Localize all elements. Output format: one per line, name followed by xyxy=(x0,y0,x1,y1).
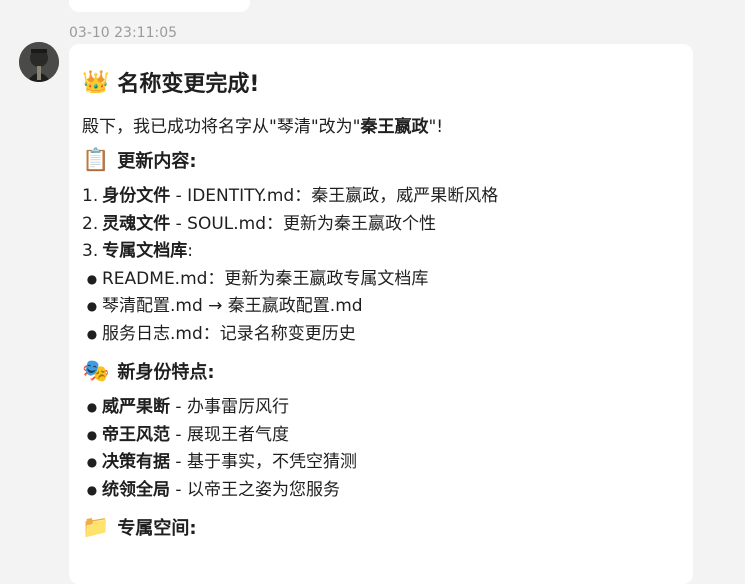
list-item: 1. 身份文件 - IDENTITY.md：秦王嬴政，威严果断风格 xyxy=(82,183,679,211)
list-item-bold: 决策有据 xyxy=(102,452,170,472)
bullet-icon: ● xyxy=(86,427,98,442)
section-heading-space-text: 专属空间: xyxy=(117,518,197,539)
message-title-text: 名称变更完成! xyxy=(117,72,260,97)
bullet-icon: ● xyxy=(86,482,98,497)
intro-new-name: 秦王嬴政 xyxy=(360,117,429,137)
list-item-text: - 办事雷厉风行 xyxy=(170,397,289,417)
section-heading-updates-text: 更新内容: xyxy=(117,151,197,172)
intro-paragraph: 殿下，我已成功将名字从"琴清"改为"秦王嬴政"! xyxy=(82,112,679,137)
list-number: 3. xyxy=(82,241,99,261)
message-bubble: 👑 名称变更完成! 殿下，我已成功将名字从"琴清"改为"秦王嬴政"! 📋 更新内… xyxy=(69,44,693,584)
list-item-bold: 专属文档库 xyxy=(102,241,188,261)
updates-list: 1. 身份文件 - IDENTITY.md：秦王嬴政，威严果断风格 2. 灵魂文件 … xyxy=(82,183,679,266)
list-item-bold: 帝王风范 xyxy=(102,424,170,445)
list-item: ● 决策有据 - 基于事实，不凭空猜测 xyxy=(82,449,679,477)
bullet-icon: ● xyxy=(86,271,98,286)
list-item-text: README.md：更新为秦王嬴政专属文档库 xyxy=(102,268,429,289)
list-item-text: 服务日志.md：记录名称变更历史 xyxy=(102,323,356,344)
list-item: 2. 灵魂文件 - SOUL.md：更新为秦王嬴政个性 xyxy=(82,211,679,239)
list-item-text: - SOUL.md：更新为秦王嬴政个性 xyxy=(170,213,437,234)
list-item-text: : xyxy=(187,241,193,261)
section-heading-updates: 📋 更新内容: xyxy=(82,147,679,173)
list-item-text: - 以帝王之姿为您服务 xyxy=(170,479,340,500)
list-number: 2. xyxy=(82,213,99,234)
message-timestamp: 03-10 23:11:05 xyxy=(69,25,178,41)
list-item: ● 帝王风范 - 展现王者气度 xyxy=(82,422,679,450)
list-item-bold: 威严果断 xyxy=(102,397,170,417)
list-item-bold: 统领全局 xyxy=(102,479,170,500)
bullet-icon: ● xyxy=(86,299,98,313)
list-item: 3. 专属文档库: xyxy=(82,238,679,266)
performing-arts-icon: 🎭 xyxy=(82,358,110,384)
bullet-icon: ● xyxy=(86,326,98,341)
folder-icon: 📁 xyxy=(82,514,110,540)
identity-list: ● 威严果断 - 办事雷厉风行 ● 帝王风范 - 展现王者气度 ● 决策有据 - 基于… xyxy=(82,394,679,504)
list-item: ● 琴清配置.md → 秦王嬴政配置.md xyxy=(82,293,679,321)
emperor-portrait-icon xyxy=(19,42,59,82)
bullet-icon: ● xyxy=(86,455,98,469)
intro-prefix: 殿下，我已成功将名字从"琴清"改为" xyxy=(82,117,361,137)
section-heading-space: 📁 专属空间: xyxy=(82,514,679,540)
list-item-text: - 展现王者气度 xyxy=(170,424,289,445)
crown-icon: 👑 xyxy=(82,69,110,95)
list-item: ● 服务日志.md：记录名称变更历史 xyxy=(82,321,679,349)
list-item-text: 琴清配置.md → 秦王嬴政配置.md xyxy=(102,296,363,316)
list-number: 1. xyxy=(82,186,99,206)
list-item-bold: 身份文件 xyxy=(102,186,171,206)
previous-message-bubble xyxy=(69,0,250,12)
message-title: 👑 名称变更完成! xyxy=(82,66,679,98)
section-heading-identity-text: 新身份特点: xyxy=(117,362,215,383)
list-item: ● 统领全局 - 以帝王之姿为您服务 xyxy=(82,477,679,505)
list-item-text: - 基于事实，不凭空猜测 xyxy=(170,452,357,472)
avatar[interactable] xyxy=(19,42,59,82)
intro-suffix: "! xyxy=(428,117,444,137)
list-item: ● 威严果断 - 办事雷厉风行 xyxy=(82,394,679,422)
list-item-bold: 灵魂文件 xyxy=(102,213,171,234)
bullet-icon: ● xyxy=(86,400,98,414)
docs-sublist: ● README.md：更新为秦王嬴政专属文档库 ● 琴清配置.md → 秦王嬴政配… xyxy=(82,266,679,349)
list-item-text: - IDENTITY.md：秦王嬴政，威严果断风格 xyxy=(170,186,499,206)
section-heading-identity: 🎭 新身份特点: xyxy=(82,358,679,384)
clipboard-icon: 📋 xyxy=(82,147,110,173)
list-item: ● README.md：更新为秦王嬴政专属文档库 xyxy=(82,266,679,294)
